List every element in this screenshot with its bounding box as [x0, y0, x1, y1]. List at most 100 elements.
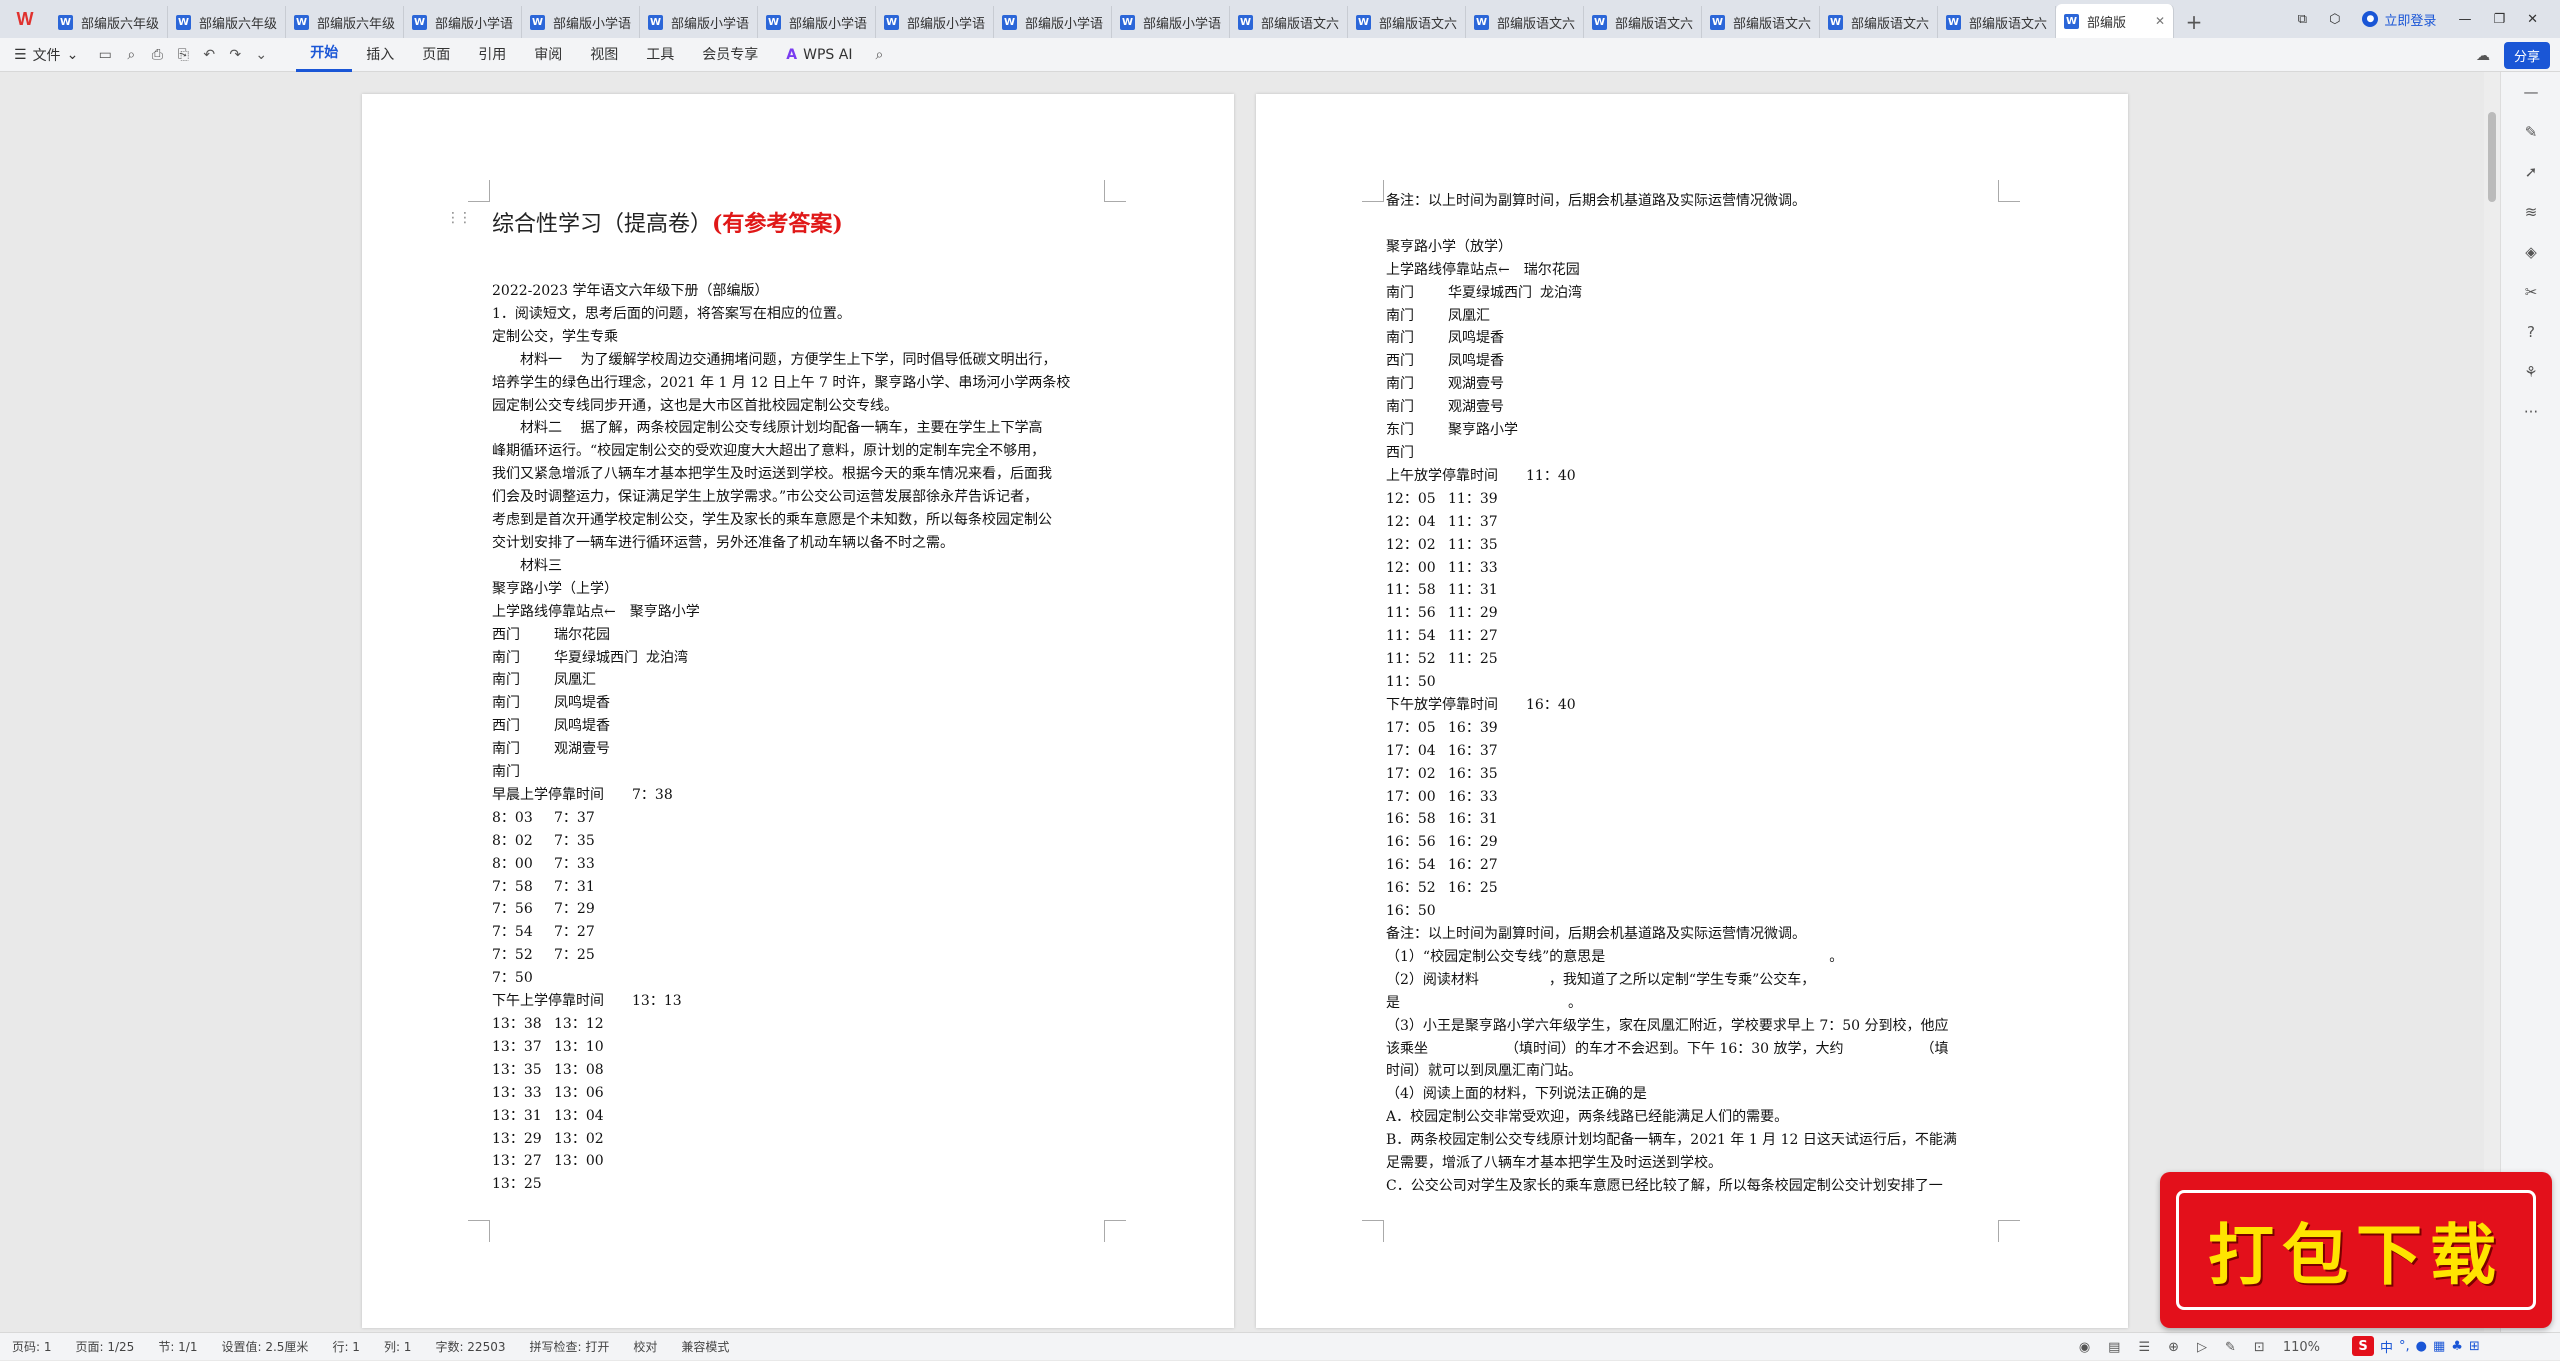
scrollbar-thumb[interactable] — [2488, 112, 2496, 202]
vertical-scrollbar[interactable] — [2484, 72, 2500, 1332]
text-line: 早晨上学停靠时间 7：38 — [492, 786, 673, 803]
close-icon[interactable]: ✕ — [2527, 12, 2538, 27]
tab-document[interactable]: W 部编版小学语 — [1112, 6, 1230, 38]
redo-icon[interactable]: ↷ — [222, 47, 248, 63]
gift-icon[interactable]: ⚘ — [2501, 352, 2560, 392]
collapse-icon[interactable]: — — [2501, 72, 2560, 112]
text-cell: 12：00 — [1386, 559, 1436, 576]
maximize-icon[interactable]: ❐ — [2493, 12, 2505, 27]
menu-tab[interactable]: 会员专享 — [688, 38, 772, 72]
tab-document[interactable]: W 部编版六年级 — [168, 6, 286, 38]
text-cell: 16：37 — [1448, 742, 1498, 759]
search-doc-icon[interactable]: ⌕ — [118, 47, 144, 63]
ime-menu-icon[interactable]: ⊞ — [2469, 1339, 2480, 1354]
tab-document[interactable]: W 部编版语文六 — [1348, 6, 1466, 38]
ime-language[interactable]: 中 — [2380, 1337, 2393, 1356]
menu-tab[interactable]: 视图 — [576, 38, 632, 72]
save-icon[interactable]: ▭ — [92, 47, 118, 63]
text-line: 11：50 — [1386, 671, 1996, 694]
undo-icon[interactable]: ↶ — [196, 47, 222, 63]
print-icon[interactable]: ⎙ — [144, 47, 170, 63]
text-line: （2）阅读材料 ，我知道了之所以定制“学生专乘”公交车， — [1386, 971, 1816, 988]
drag-handle-icon[interactable]: ⋮⋮ — [446, 210, 472, 226]
text-cell: 16：25 — [1448, 880, 1498, 897]
cube-icon[interactable]: ⬡ — [2329, 12, 2340, 27]
page-1-body[interactable]: 2022-2023 学年语文六年级下册（部编版） 1．阅读短文，思考后面的问题，将… — [492, 280, 1102, 1196]
sogou-ime-icon[interactable]: S — [2352, 1336, 2374, 1356]
wps-logo-icon[interactable]: W — [0, 0, 50, 38]
tab-document[interactable]: W 部编版小学语 — [758, 6, 876, 38]
text-line: 16：58 16：31 — [1386, 808, 1996, 831]
menu-tab[interactable]: 审阅 — [520, 38, 576, 72]
text-cell: 7：33 — [554, 855, 595, 872]
zoom-level[interactable]: 110% — [2283, 1340, 2320, 1355]
text-cell: 南门 — [492, 695, 520, 712]
search-icon[interactable]: ⌕ — [866, 47, 892, 63]
pen-icon[interactable]: ✎ — [2225, 1340, 2236, 1355]
cloud-icon[interactable]: ☁ — [2476, 48, 2490, 64]
text-line: 1．阅读短文，思考后面的问题，将答案写在相应的位置。 — [492, 305, 851, 322]
text-line: 交计划安排了一辆车进行循环运营，另外还准备了机动车辆以备不时之需。 — [492, 534, 954, 551]
tab-label: 部编版小学语 — [435, 16, 514, 32]
window-controls: ⧉ ⬡ ● 立即登录 — ❐ ✕ — [2298, 0, 2560, 38]
minimize-icon[interactable]: — — [2458, 12, 2471, 27]
menu-tab[interactable]: 工具 — [632, 38, 688, 72]
menu-tab[interactable]: 插入 — [352, 38, 408, 72]
text-cell: 12：04 — [1386, 513, 1436, 530]
edit-pen-icon[interactable]: ✎ — [2501, 112, 2560, 152]
web-view-icon[interactable]: ⊕ — [2168, 1340, 2179, 1355]
status-word-count[interactable]: 字数: 22503 — [423, 1338, 517, 1355]
select-cursor-icon[interactable]: ➚ — [2501, 152, 2560, 192]
more-icon[interactable]: ··· — [2501, 392, 2560, 432]
page-2-body[interactable]: 备注：以上时间为副算时间，后期会机基道路及实际运营情况微调。 聚亨路小学（放学）… — [1386, 190, 1996, 1198]
close-tab-icon[interactable]: ✕ — [2155, 14, 2165, 28]
tab-document[interactable]: W 部编版语文六 — [1466, 6, 1584, 38]
document-page-2[interactable]: 备注：以上时间为副算时间，后期会机基道路及实际运营情况微调。 聚亨路小学（放学）… — [1256, 94, 2128, 1328]
restore-icon[interactable]: ⧉ — [2298, 12, 2307, 27]
mic-icon[interactable]: ● — [2416, 1339, 2427, 1354]
login-button[interactable]: ● 立即登录 — [2362, 10, 2436, 29]
ime-punct-icon[interactable]: °, — [2399, 1339, 2410, 1354]
fit-icon[interactable]: ⊡ — [2254, 1340, 2265, 1355]
tab-document[interactable]: W 部编版语文六 — [1230, 6, 1348, 38]
tab-document[interactable]: W 部编版小学语 — [994, 6, 1112, 38]
menu-tab[interactable]: 引用 — [464, 38, 520, 72]
eye-icon[interactable]: ◉ — [2079, 1340, 2090, 1355]
page-view-icon[interactable]: ▤ — [2108, 1340, 2120, 1355]
menu-tab[interactable]: 开始 — [296, 38, 353, 72]
tab-document[interactable]: W 部编版 ✕ — [2056, 4, 2174, 38]
keyboard-icon[interactable]: ▦ — [2433, 1339, 2445, 1354]
tab-document[interactable]: W 部编版小学语 — [404, 6, 522, 38]
share-button[interactable]: 分享 — [2503, 42, 2550, 69]
file-menu-button[interactable]: ☰ 文件 ⌄ — [0, 45, 92, 65]
outline-icon[interactable]: ☰ — [2138, 1340, 2150, 1355]
help-icon[interactable]: ? — [2501, 312, 2560, 352]
tab-document[interactable]: W 部编版小学语 — [876, 6, 994, 38]
tab-document[interactable]: W 部编版小学语 — [640, 6, 758, 38]
tab-document[interactable]: W 部编版六年级 — [50, 6, 168, 38]
tab-document[interactable]: W 部编版六年级 — [286, 6, 404, 38]
document-canvas[interactable]: ⋮⋮ 综合性学习（提高卷）(有参考答案) 2022-2023 学年语文六年级下册… — [0, 72, 2500, 1332]
status-pages[interactable]: 页面: 1/25 — [64, 1338, 147, 1355]
tools-icon[interactable]: ✂ — [2501, 272, 2560, 312]
shapes-icon[interactable]: ◈ — [2501, 232, 2560, 272]
style-icon[interactable]: ≋ — [2501, 192, 2560, 232]
more-chevron-icon[interactable]: ⌄ — [248, 47, 274, 63]
text-line: 12：05 11：39 — [1386, 488, 1996, 511]
wps-ai-button[interactable]: A WPS AI — [772, 47, 866, 63]
status-spellcheck[interactable]: 拼写检查: 打开 — [517, 1338, 621, 1355]
new-tab-button[interactable]: + — [2174, 6, 2214, 38]
document-page-1[interactable]: ⋮⋮ 综合性学习（提高卷）(有参考答案) 2022-2023 学年语文六年级下册… — [362, 94, 1234, 1328]
tab-document[interactable]: W 部编版语文六 — [1702, 6, 1820, 38]
tab-document[interactable]: W 部编版语文六 — [1938, 6, 2056, 38]
download-promo-banner[interactable]: 打包下载 — [2160, 1172, 2552, 1328]
menu-tab[interactable]: 页面 — [408, 38, 464, 72]
status-proofread[interactable]: 校对 — [621, 1338, 669, 1355]
skin-icon[interactable]: ♣ — [2451, 1339, 2463, 1354]
tab-document[interactable]: W 部编版语文六 — [1820, 6, 1938, 38]
print-preview-icon[interactable]: ⎘ — [170, 47, 196, 63]
tab-document[interactable]: W 部编版小学语 — [522, 6, 640, 38]
text-line: 13：37 13：10 — [492, 1036, 1102, 1059]
play-icon[interactable]: ▷ — [2197, 1340, 2207, 1355]
tab-document[interactable]: W 部编版语文六 — [1584, 6, 1702, 38]
